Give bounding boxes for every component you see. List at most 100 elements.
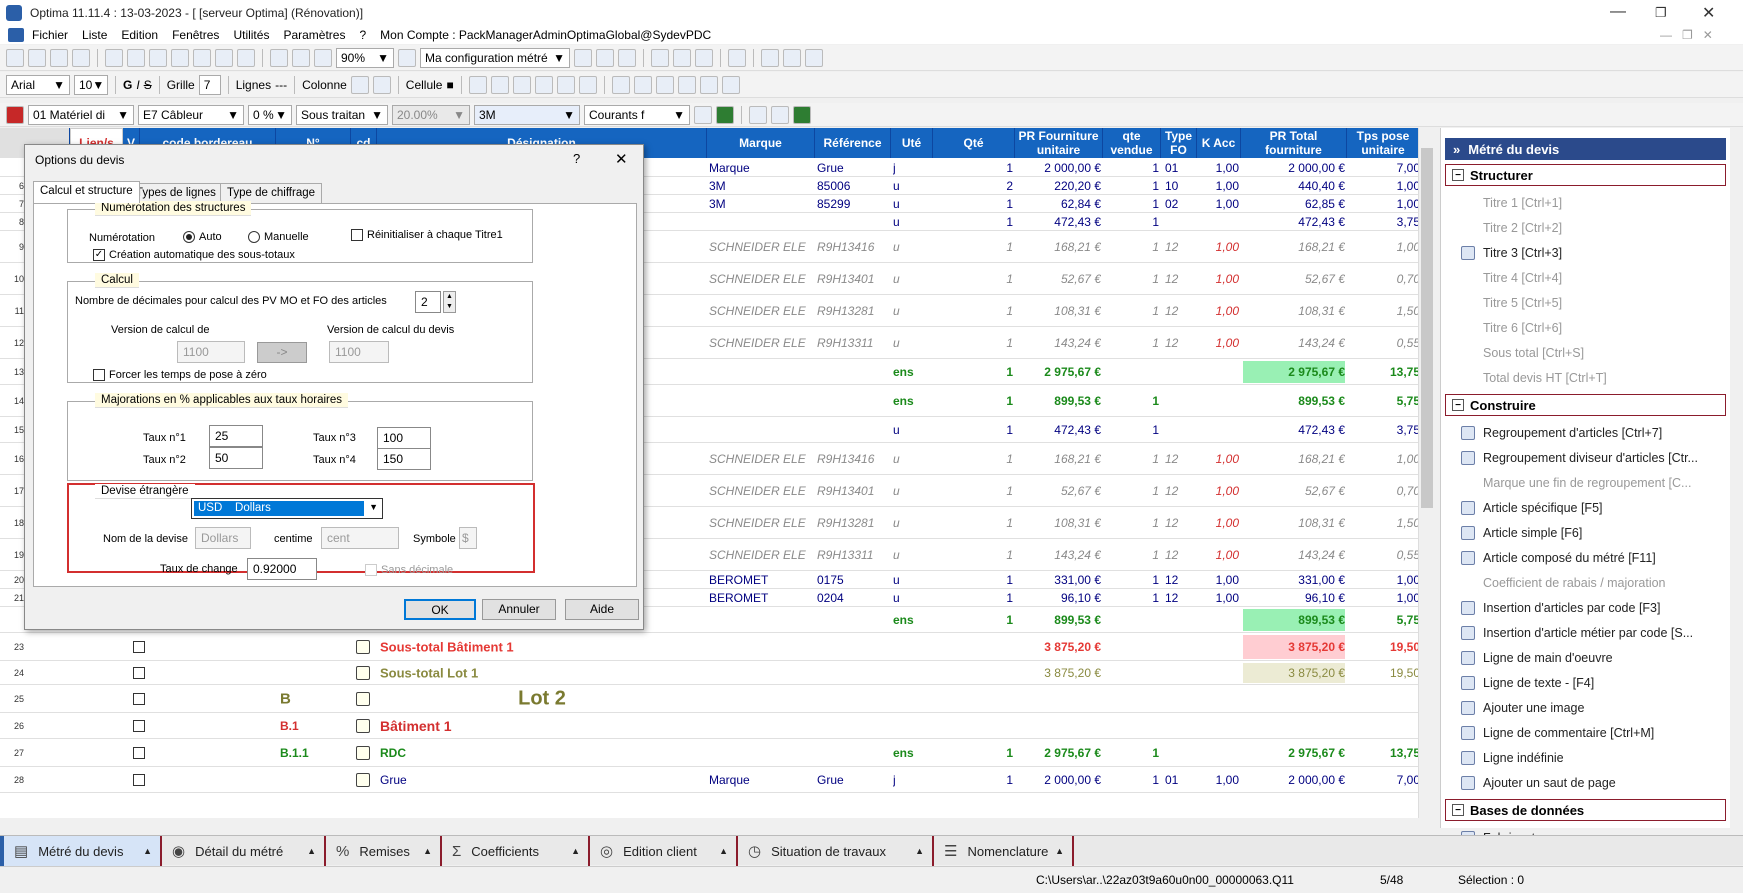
tab-0[interactable]: ▤ Métré du devis ▲ <box>0 836 162 866</box>
panel-item[interactable]: Regroupement d'articles [Ctrl+7] <box>1441 420 1730 445</box>
preview-icon[interactable] <box>314 48 332 67</box>
new-icon[interactable] <box>6 48 24 67</box>
open-icon[interactable] <box>28 48 46 67</box>
tool-icon[interactable] <box>574 48 592 67</box>
tab-types-lignes[interactable]: Types de lignes <box>129 183 223 203</box>
column-header[interactable]: Marque <box>707 128 815 158</box>
cableur-select[interactable]: E7 Câbleur ▼ <box>138 104 244 125</box>
panel-item[interactable]: Ligne de texte - [F4] <box>1441 670 1730 695</box>
panel-item[interactable]: Ajouter une image <box>1441 695 1730 720</box>
decimales-input[interactable]: 2 <box>415 291 441 313</box>
column-header[interactable]: K Acc <box>1197 128 1241 158</box>
restore-icon[interactable]: ❐ <box>1655 5 1667 21</box>
menu-fichier[interactable]: Fichier <box>32 28 68 42</box>
tab-arrow-icon[interactable]: ▲ <box>307 846 316 856</box>
cancel-button[interactable]: Annuler <box>482 599 556 620</box>
cut-icon[interactable] <box>127 48 145 67</box>
config-select[interactable]: Ma configuration métré ▼ <box>420 47 570 68</box>
panel-item[interactable]: Regroupement diviseur d'articles [Ctr... <box>1441 445 1730 470</box>
shield-icon[interactable] <box>805 48 823 67</box>
save-icon[interactable] <box>72 48 90 67</box>
brush-icon[interactable] <box>699 75 718 94</box>
panel-item[interactable]: Ligne de main d'oeuvre <box>1441 645 1730 670</box>
row-checkbox[interactable] <box>133 667 145 679</box>
tab-type-chiffrage[interactable]: Type de chiffrage <box>220 183 323 203</box>
align-center-icon[interactable] <box>556 75 575 94</box>
window-icon[interactable] <box>761 48 779 67</box>
tool3-icon[interactable] <box>618 48 636 67</box>
menu-help[interactable]: ? <box>359 28 366 42</box>
mdi-controls-icon[interactable]: — ❐ ✕ <box>1660 28 1713 42</box>
align-right-icon[interactable] <box>578 75 597 94</box>
font-color-icon[interactable] <box>655 75 674 94</box>
table-row[interactable]: 23 Sous-total Bâtiment 1 3 875,20 € 3 875,2… <box>0 633 1420 661</box>
tool2-icon[interactable] <box>596 48 614 67</box>
panel-section[interactable]: − Bases de données <box>1445 799 1726 821</box>
menu-liste[interactable]: Liste <box>82 28 107 42</box>
panel-item[interactable]: Total devis HT [Ctrl+T] <box>1441 365 1730 390</box>
column-header[interactable]: Référence <box>815 128 891 158</box>
percent-select[interactable]: 0 % ▼ <box>248 104 292 125</box>
clear-format-icon[interactable] <box>721 75 740 94</box>
panel-item[interactable]: Article spécifique [F5] <box>1441 495 1730 520</box>
grille-input[interactable]: 7 <box>198 74 221 95</box>
edit-icon[interactable] <box>105 48 123 67</box>
align-left-icon[interactable] <box>534 75 553 94</box>
abc-icon[interactable] <box>749 105 767 124</box>
tab-arrow-icon[interactable]: ▲ <box>1055 846 1064 856</box>
tab-2[interactable]: % Remises ▲ <box>326 836 442 866</box>
fill-icon[interactable] <box>677 75 696 94</box>
row-checkbox[interactable] <box>133 693 145 705</box>
format-icon[interactable] <box>193 48 211 67</box>
radio-auto[interactable]: Auto <box>183 231 222 244</box>
italic-icon[interactable]: I <box>136 78 139 92</box>
menu-parametres[interactable]: Paramètres <box>283 28 345 42</box>
tab-arrow-icon[interactable]: ▲ <box>423 846 432 856</box>
refresh-icon[interactable] <box>793 105 811 124</box>
panel-item[interactable]: Article composé du métré [F11] <box>1441 545 1730 570</box>
font-select[interactable]: Arial ▼ <box>6 74 70 95</box>
column-header[interactable]: Tps pose unitaire <box>1347 128 1420 158</box>
column-header[interactable]: Qté <box>933 128 1015 158</box>
close-icon[interactable]: ✕ <box>1702 3 1715 23</box>
panel-item[interactable]: Ligne indéfinie <box>1441 745 1730 770</box>
zoom-select[interactable]: 90% ▼ <box>336 47 394 68</box>
grid-scroll-thumb[interactable] <box>1421 148 1433 508</box>
settings-icon[interactable] <box>771 105 789 124</box>
arrow-down-icon[interactable] <box>673 48 691 67</box>
taux3-input[interactable]: 100 <box>377 427 431 449</box>
grid-color-icon[interactable] <box>694 105 712 124</box>
menu-edition[interactable]: Edition <box>121 28 158 42</box>
font-size-select[interactable]: 10 ▼ <box>74 74 108 95</box>
panel-item[interactable]: Titre 6 [Ctrl+6] <box>1441 315 1730 340</box>
paste-icon[interactable] <box>171 48 189 67</box>
panel-item[interactable]: Insertion d'article métier par code [S..… <box>1441 620 1730 645</box>
grid-scrollbar[interactable] <box>1418 128 1434 818</box>
tab-calcul-structure[interactable]: Calcul et structure <box>33 181 140 203</box>
cell-align-bot-icon[interactable] <box>512 75 531 94</box>
tab-arrow-icon[interactable]: ▲ <box>143 846 152 856</box>
panel-item[interactable]: Ligne de commentaire [Ctrl+M] <box>1441 720 1730 745</box>
dialog-help-icon[interactable]: ? <box>573 151 580 166</box>
panel-item[interactable]: Coefficient de rabais / majoration <box>1441 570 1730 595</box>
print-icon[interactable] <box>292 48 310 67</box>
taux4-input[interactable]: 150 <box>377 448 431 470</box>
cell-style-icon[interactable]: ■ <box>446 78 453 92</box>
scissors-icon[interactable] <box>728 48 746 67</box>
tab-1[interactable]: ◉ Détail du métré ▲ <box>162 836 326 866</box>
brand-select[interactable]: 3M ▼ <box>474 104 580 125</box>
taux-change-input[interactable]: 0.92000 <box>247 558 317 580</box>
menu-utilites[interactable]: Utilités <box>233 28 269 42</box>
cell-align-top-icon[interactable] <box>468 75 487 94</box>
arrow-up-icon[interactable] <box>651 48 669 67</box>
tab-arrow-icon[interactable]: ▲ <box>571 846 580 856</box>
bold-icon[interactable]: G <box>123 78 132 92</box>
arrow-updown-icon[interactable] <box>695 48 713 67</box>
table-row[interactable]: 27 B.1.1 RDC ens 1 2 975,67 € 1 2 975,67 € 13,75 <box>0 739 1420 767</box>
collapse-icon[interactable]: − <box>1452 804 1464 816</box>
pdf-icon[interactable] <box>270 48 288 67</box>
tab-arrow-icon[interactable]: ▲ <box>915 846 924 856</box>
panel-item[interactable]: Ajouter un saut de page <box>1441 770 1730 795</box>
ok-button[interactable]: OK <box>404 599 476 620</box>
column-icon[interactable] <box>350 75 369 94</box>
